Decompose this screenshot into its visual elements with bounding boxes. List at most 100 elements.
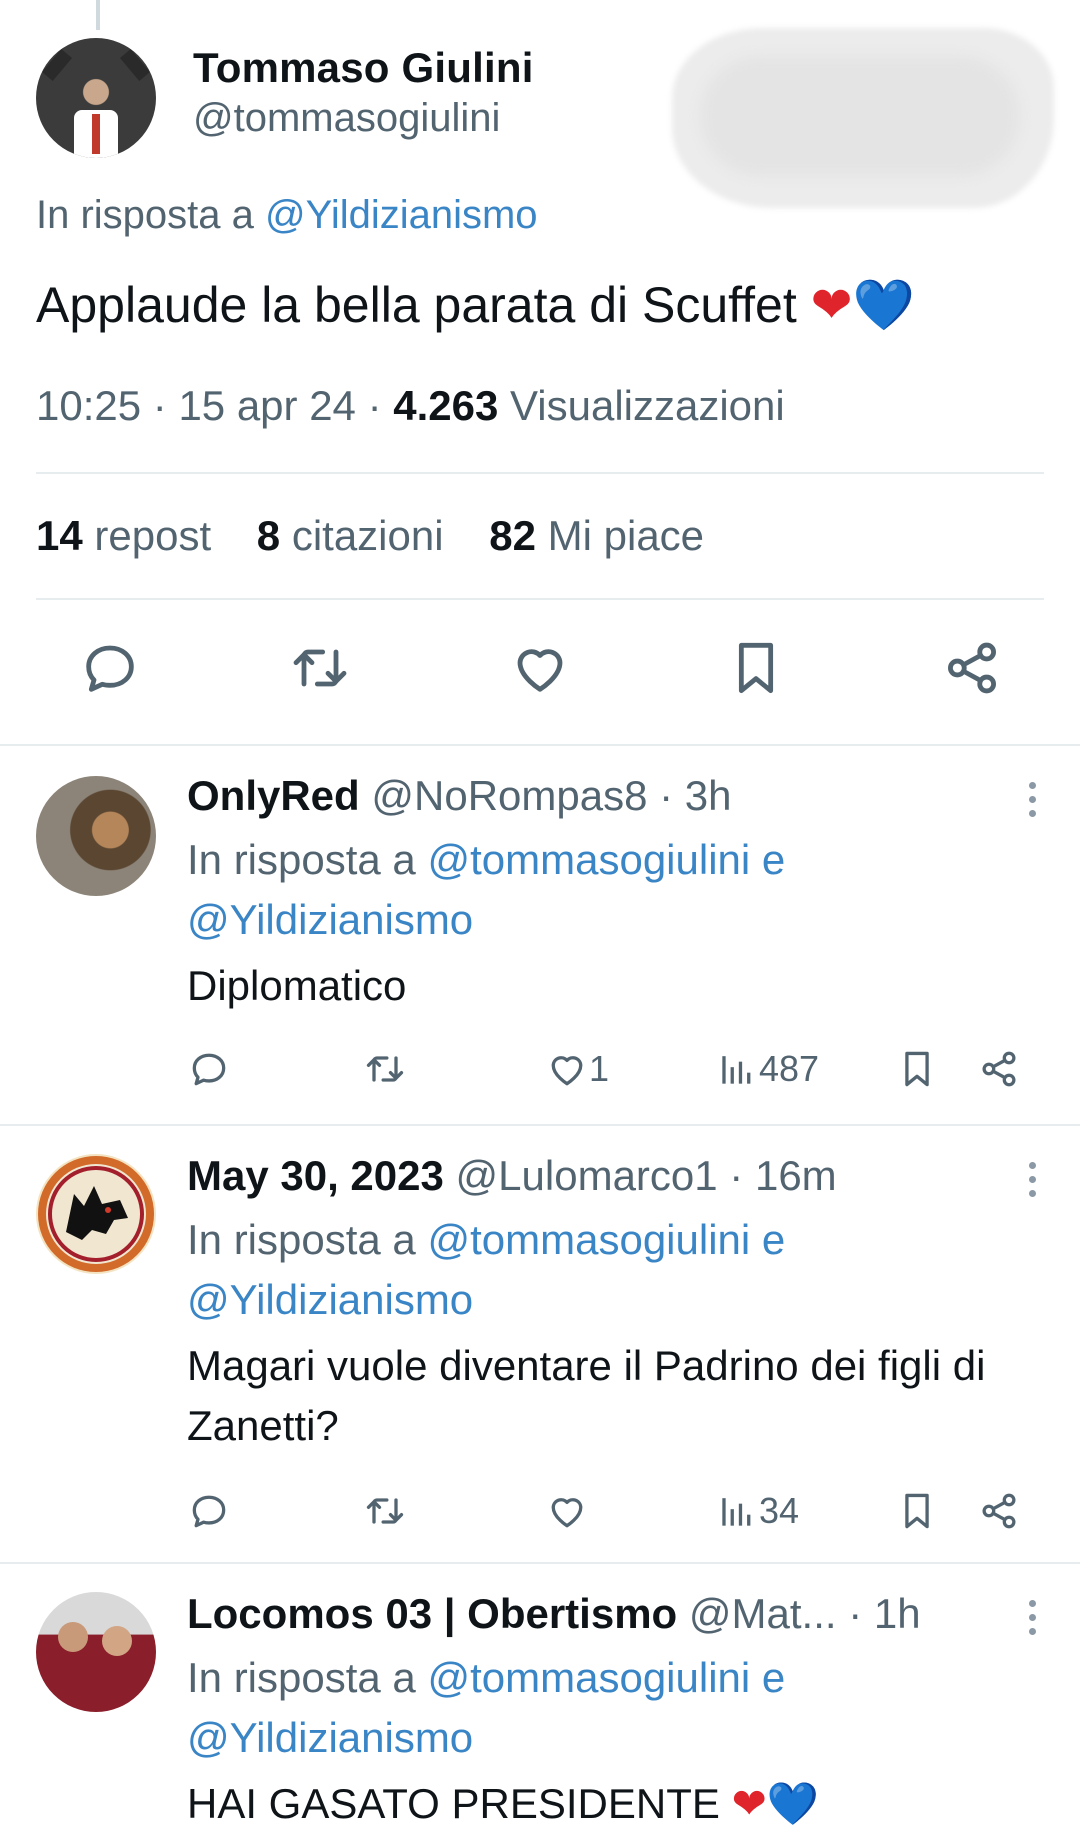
reply-tweet[interactable]: May 30, 2023 @Lulomarco1 · 16m In rispos… <box>0 1126 1080 1562</box>
like-count: 1 <box>589 1048 610 1089</box>
repost-icon[interactable] <box>363 1044 407 1094</box>
reply-text: HAI GASATO PRESIDENTE ❤💙 <box>187 1774 1047 1834</box>
reply-avatar[interactable] <box>36 1154 156 1274</box>
reply-to-mention[interactable]: @tommasogiulini <box>427 1654 750 1701</box>
red-heart-emoji: ❤ <box>810 276 853 334</box>
bookmark-icon[interactable] <box>724 636 788 700</box>
reply-context-prefix: In risposta a <box>36 193 266 237</box>
views-label: Visualizzazioni <box>510 382 785 429</box>
avatar-figure-arm-right <box>119 49 151 81</box>
tweet-date[interactable]: 15 apr 24 <box>178 382 355 429</box>
reply-text: Magari vuole diventare il Padrino dei fi… <box>187 1342 986 1449</box>
views-button[interactable]: 487 <box>715 1044 819 1094</box>
tweet-action-bar <box>36 636 1044 706</box>
blue-heart-emoji: 💙 <box>852 276 915 334</box>
tweet-text: Applaude la bella parata di Scuffet ❤💙 <box>36 276 915 335</box>
like-button[interactable] <box>545 1486 589 1536</box>
reply-icon[interactable] <box>187 1486 231 1536</box>
reposts-stat[interactable]: 14 repost <box>36 512 211 559</box>
divider <box>36 598 1044 600</box>
reply-context-prefix: In risposta a <box>187 1216 428 1263</box>
reply-text: Diplomatico <box>187 962 407 1009</box>
redacted-area-inner <box>700 56 1020 176</box>
reply-avatar[interactable] <box>36 776 156 896</box>
reply-to-mention[interactable]: @Yildizianismo <box>187 1714 473 1761</box>
avatar-figure-arm-left <box>41 49 73 81</box>
reply-tweet[interactable]: Locomos 03 | Obertismo @Mat... · 1h In r… <box>0 1564 1080 1837</box>
views-icon <box>722 1056 751 1084</box>
avatar-face-left <box>58 1622 88 1652</box>
reply-author-name[interactable]: May 30, 2023 <box>187 1152 444 1199</box>
tweet-text-body: Applaude la bella parata di Scuffet <box>36 277 811 333</box>
tweet-time[interactable]: 10:25 <box>36 382 141 429</box>
reply-icon[interactable] <box>78 636 142 700</box>
more-options-icon[interactable] <box>1022 1600 1042 1646</box>
repost-icon[interactable] <box>288 636 352 700</box>
reply-to-mention[interactable]: @Yildizianismo <box>187 896 473 943</box>
reply-to-mention[interactable]: @tommasogiulini <box>427 836 750 883</box>
views-button[interactable]: 34 <box>715 1486 799 1536</box>
bookmark-icon[interactable] <box>895 1044 939 1094</box>
reply-context: In risposta a @tommasogiulini e @Yildizia… <box>187 1210 1007 1330</box>
reply-context-prefix: In risposta a <box>187 1654 428 1701</box>
avatar-face-right <box>102 1626 132 1656</box>
avatar-figure-tie <box>92 114 100 154</box>
reply-to-mention[interactable]: @Yildizianismo <box>187 1276 473 1323</box>
quotes-stat[interactable]: 8 citazioni <box>257 512 444 559</box>
wolf-crest-icon <box>38 1156 154 1272</box>
reply-time[interactable]: 1h <box>874 1590 921 1637</box>
likes-stat[interactable]: 82 Mi piace <box>489 512 704 559</box>
reply-context: In risposta a @tommasogiulini e @Yildizia… <box>187 830 1007 950</box>
tweet-detail-page: Tommaso Giulini @tommasogiulini In rispo… <box>0 0 1080 1837</box>
reply-context: In risposta a @Yildizianismo <box>36 193 538 238</box>
reply-context-join: e <box>750 836 786 883</box>
reply-context-join: e <box>750 1216 786 1263</box>
bookmark-icon[interactable] <box>895 1486 939 1536</box>
reply-author-handle[interactable]: @NoRompas8 <box>371 772 647 819</box>
reply-context-join: e <box>750 1654 786 1701</box>
repost-icon[interactable] <box>363 1486 407 1536</box>
meta-separator: · <box>836 1590 874 1637</box>
meta-separator: · <box>141 382 179 429</box>
reply-author-handle[interactable]: @Lulomarco1 <box>456 1152 718 1199</box>
blue-heart-emoji: 💙 <box>766 1780 820 1827</box>
share-icon[interactable] <box>977 1486 1021 1536</box>
more-options-icon[interactable] <box>1022 1162 1042 1208</box>
reply-to-mention[interactable]: @Yildizianismo <box>265 193 538 237</box>
engagement-stats: 14 repost 8 citazioni 82 Mi piace <box>36 512 738 560</box>
views-icon <box>722 1498 751 1526</box>
tweet-meta: 10:25 · 15 apr 24 · 4.263 Visualizzazion… <box>36 382 785 430</box>
quotes-count: 8 <box>256 512 281 559</box>
reply-header: OnlyRed @NoRompas8 · 3h <box>187 772 732 820</box>
meta-separator: · <box>717 1152 755 1199</box>
reply-tweet[interactable]: OnlyRed @NoRompas8 · 3h In risposta a @t… <box>0 746 1080 1124</box>
reply-author-handle[interactable]: @Mat... <box>689 1590 837 1637</box>
views-count: 4.263 <box>393 382 499 429</box>
views-count: 34 <box>759 1490 800 1531</box>
reply-header: May 30, 2023 @Lulomarco1 · 16m <box>187 1152 837 1200</box>
reply-to-mention[interactable]: @tommasogiulini <box>427 1216 750 1263</box>
like-icon <box>551 1056 583 1086</box>
meta-separator: · <box>355 382 394 429</box>
reply-action-bar: 1 487 <box>187 1044 1027 1094</box>
reply-text-body: HAI GASATO PRESIDENTE <box>187 1780 732 1827</box>
reply-context-prefix: In risposta a <box>187 836 428 883</box>
author-handle[interactable]: @tommasogiulini <box>193 96 500 141</box>
more-options-icon[interactable] <box>1022 782 1042 828</box>
reply-author-name[interactable]: Locomos 03 | Obertismo <box>187 1590 677 1637</box>
reply-action-bar: 34 <box>187 1486 1027 1536</box>
share-icon[interactable] <box>977 1044 1021 1094</box>
reply-time[interactable]: 16m <box>755 1152 837 1199</box>
views-count: 487 <box>759 1048 820 1089</box>
reply-header: Locomos 03 | Obertismo @Mat... · 1h <box>187 1590 987 1638</box>
like-icon[interactable] <box>508 636 572 700</box>
share-icon[interactable] <box>940 636 1004 700</box>
reply-avatar[interactable] <box>36 1592 156 1712</box>
like-button[interactable]: 1 <box>545 1044 609 1094</box>
author-avatar[interactable] <box>36 38 156 158</box>
red-heart-emoji: ❤ <box>731 1780 767 1827</box>
reply-author-name[interactable]: OnlyRed <box>187 772 360 819</box>
reply-time[interactable]: 3h <box>685 772 732 819</box>
author-name[interactable]: Tommaso Giulini <box>193 44 534 92</box>
reply-icon[interactable] <box>187 1044 231 1094</box>
